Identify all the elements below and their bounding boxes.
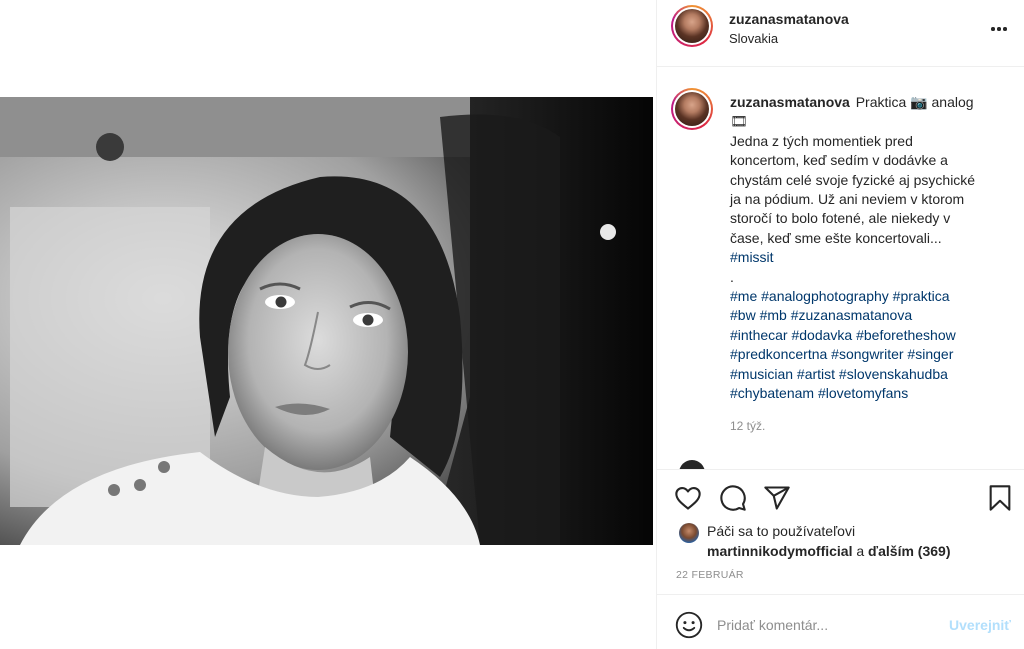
hashtag-link[interactable]: #bw #mb #zuzanasmatanova	[730, 306, 1015, 325]
likes-line: martinnikodymofficial a ďalším (369)	[707, 542, 950, 561]
caption-line: storočí to bolo fotené, ale niekedy v	[730, 210, 951, 227]
caption-line: Jedna z tých momentiek pred	[730, 132, 913, 149]
liker-username[interactable]: martinnikodymofficial	[707, 543, 852, 559]
bookmark-icon[interactable]	[986, 484, 1014, 512]
likes-others-link[interactable]: ďalším (369)	[868, 543, 950, 559]
post-side-panel: zuzanasmatanova Slovakia zuzanasmatanova…	[656, 0, 1024, 649]
share-icon[interactable]	[763, 484, 791, 512]
hashtag-link[interactable]: #predkoncertna #songwriter #singer	[730, 345, 1015, 364]
heart-icon[interactable]	[674, 484, 702, 512]
comment-avatar[interactable]	[679, 460, 705, 469]
comments-area: zuzanasmatanova Praktica 📷 analog 🎞 Jedn…	[657, 67, 1024, 469]
post-caption: zuzanasmatanova Praktica 📷 analog 🎞 Jedn…	[730, 93, 1015, 404]
more-options-icon[interactable]	[987, 17, 1011, 41]
hashtag-link[interactable]: #inthecar #dodavka #beforetheshow	[730, 326, 1015, 345]
likes-prefix: Páči sa to používateľovi	[707, 523, 856, 539]
post-actions: Páči sa to používateľovi martinnikodymof…	[657, 469, 1024, 594]
comment-input[interactable]	[717, 609, 937, 641]
hashtag-link[interactable]: #chybatenam #lovetomyfans	[730, 384, 1015, 403]
caption-line: koncertom, keď sedím v dodávke a	[730, 152, 948, 169]
post-header: zuzanasmatanova Slovakia	[657, 0, 1024, 67]
liker-avatar[interactable]	[679, 523, 699, 543]
author-username[interactable]: zuzanasmatanova	[729, 11, 849, 27]
caption-line: ja na pódium. Už ani neviem v ktorom	[730, 191, 965, 208]
hashtag-link[interactable]: #musician #artist #slovenskahudba	[730, 365, 1015, 384]
emoji-icon[interactable]	[675, 611, 703, 639]
caption-line: Praktica 📷 analog	[855, 94, 974, 110]
author-avatar[interactable]	[671, 5, 713, 47]
caption-line: čase, keď sme ešte koncertovali...	[730, 229, 942, 246]
caption-line: 🎞	[730, 113, 748, 130]
photo-illustration	[0, 97, 653, 545]
publish-button[interactable]: Uverejniť	[949, 617, 1011, 633]
hashtag-link[interactable]: #missit	[730, 248, 1015, 267]
caption-avatar[interactable]	[671, 88, 713, 130]
caption-username[interactable]: zuzanasmatanova	[730, 94, 850, 110]
media-pane	[0, 0, 656, 649]
hashtag-link[interactable]: #me #analogphotography #praktica	[730, 287, 1015, 306]
post-location[interactable]: Slovakia	[729, 31, 778, 46]
post-date[interactable]: 22 FEBRUÁR	[676, 569, 744, 581]
post-photo[interactable]	[0, 97, 653, 545]
caption-line: .	[730, 268, 734, 285]
comment-icon[interactable]	[719, 484, 747, 512]
likes-connector: a	[856, 543, 865, 559]
comment-composer: Uverejniť	[657, 594, 1024, 649]
caption-time-ago[interactable]: 12 týž.	[730, 419, 765, 433]
caption-line: chystám celé svoje fyzické aj psychické	[730, 171, 976, 188]
